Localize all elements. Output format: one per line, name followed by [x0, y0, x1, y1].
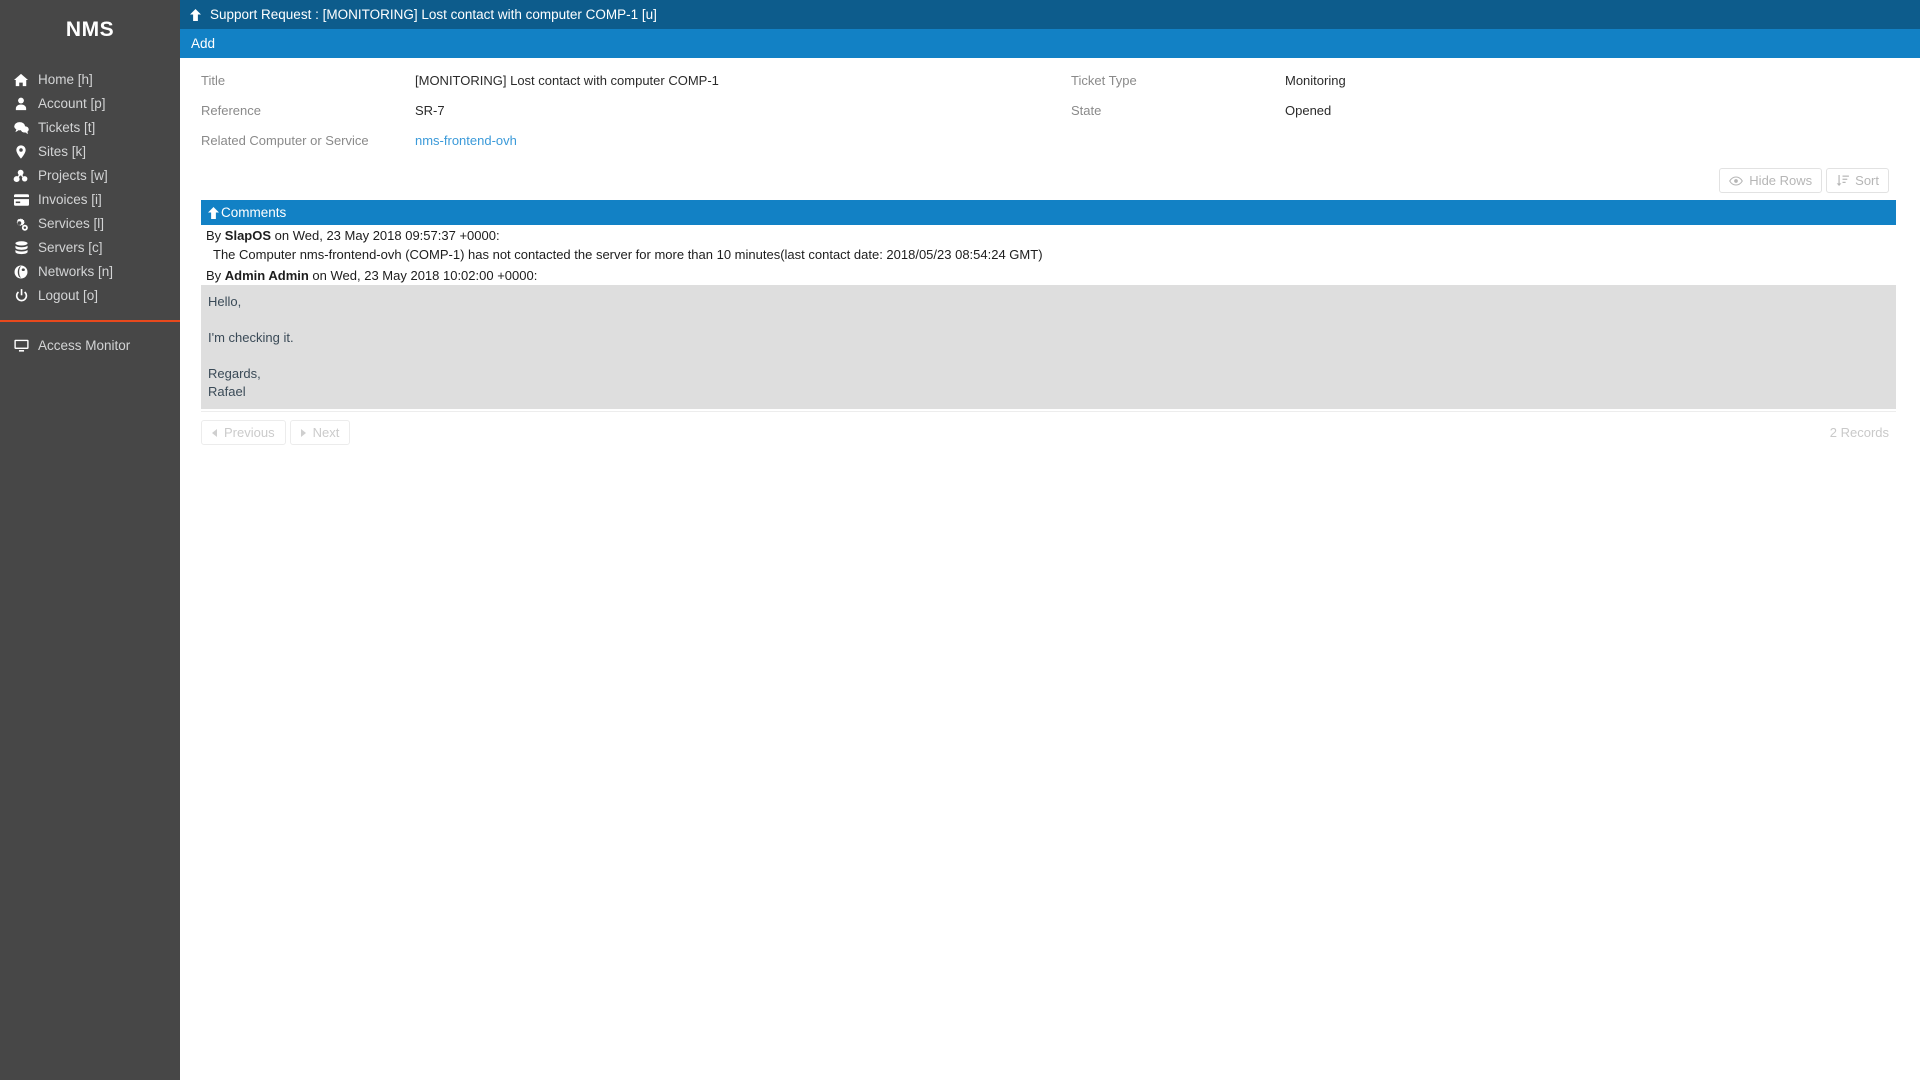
- comment-byline: By SlapOS on Wed, 23 May 2018 09:57:37 +…: [201, 225, 1896, 245]
- map-marker-icon: [10, 145, 32, 159]
- hide-rows-label: Hide Rows: [1749, 173, 1813, 188]
- comments-panel: Comments By SlapOS on Wed, 23 May 2018 0…: [201, 200, 1896, 445]
- page-header-bar: Support Request : [MONITORING] Lost cont…: [180, 0, 1920, 29]
- field-ticket-type: Ticket Type Monitoring: [1071, 72, 1920, 102]
- field-label: State: [1071, 103, 1102, 118]
- previous-button[interactable]: Previous: [201, 420, 286, 445]
- field-title: Title [MONITORING] Lost contact with com…: [201, 72, 1050, 102]
- comments-icon: [10, 121, 32, 135]
- field-state: State Opened: [1071, 102, 1920, 132]
- field-value: Opened: [1285, 103, 1332, 118]
- form-column-left: Title [MONITORING] Lost contact with com…: [180, 72, 1050, 162]
- related-computer-link[interactable]: nms-frontend-ovh: [415, 132, 517, 148]
- sidebar-item-tickets[interactable]: Tickets [t]: [0, 116, 180, 140]
- page-title: Support Request : [MONITORING] Lost cont…: [210, 7, 657, 22]
- field-label: Reference: [201, 103, 261, 118]
- field-value: [MONITORING] Lost contact with computer …: [415, 73, 719, 88]
- comment-author: Admin Admin: [224, 268, 309, 283]
- field-value: Monitoring: [1285, 73, 1346, 88]
- comment-author: SlapOS: [224, 228, 272, 243]
- sidebar-item-invoices[interactable]: Invoices [i]: [0, 188, 180, 212]
- chevron-right-icon: [300, 428, 306, 437]
- pagination: Previous Next 2 Records: [201, 411, 1896, 445]
- form-column-right: Ticket Type Monitoring State Opened: [1050, 72, 1920, 162]
- chevron-left-icon: [212, 428, 217, 437]
- sidebar-item-label: Invoices [i]: [38, 192, 102, 207]
- sort-amount-icon: [1836, 175, 1850, 186]
- desktop-icon: [10, 339, 32, 353]
- comment-timestamp: on Wed, 23 May 2018 10:02:00 +0000:: [308, 268, 538, 283]
- sidebar-item-networks[interactable]: Networks [n]: [0, 260, 180, 284]
- ticket-form: Title [MONITORING] Lost contact with com…: [180, 58, 1920, 162]
- field-label: Related Computer or Service: [201, 133, 369, 148]
- credit-card-icon: [10, 194, 32, 206]
- eye-icon: [1729, 175, 1744, 186]
- sidebar-item-projects[interactable]: Projects [w]: [0, 164, 180, 188]
- app-root: NMS Home [h] Account [p] Tickets [t] Sit…: [0, 0, 1920, 1080]
- arrow-up-icon[interactable]: [208, 206, 219, 219]
- next-label: Next: [312, 425, 340, 440]
- sidebar-item-services[interactable]: Services [l]: [0, 212, 180, 236]
- sidebar-item-sites[interactable]: Sites [k]: [0, 140, 180, 164]
- field-value: SR-7: [415, 103, 445, 118]
- previous-label: Previous: [224, 425, 275, 440]
- sidebar-item-label: Projects [w]: [38, 168, 108, 183]
- sidebar-item-home[interactable]: Home [h]: [0, 68, 180, 92]
- sort-button[interactable]: Sort: [1826, 168, 1889, 193]
- comments-panel-header[interactable]: Comments: [201, 200, 1896, 225]
- hide-rows-button[interactable]: Hide Rows: [1719, 168, 1823, 193]
- comment-byline: By Admin Admin on Wed, 23 May 2018 10:02…: [201, 265, 1896, 285]
- comment-text: The Computer nms-frontend-ovh (COMP-1) h…: [213, 247, 1043, 262]
- sidebar-divider: [0, 320, 180, 322]
- field-label: Ticket Type: [1071, 73, 1137, 88]
- field-label: Title: [201, 73, 226, 88]
- main-content: Support Request : [MONITORING] Lost cont…: [180, 0, 1920, 1080]
- next-button[interactable]: Next: [289, 420, 351, 445]
- sidebar-item-account[interactable]: Account [p]: [0, 92, 180, 116]
- comment-timestamp: on Wed, 23 May 2018 09:57:37 +0000:: [271, 228, 500, 243]
- sidebar-item-label: Networks [n]: [38, 264, 114, 279]
- sort-label: Sort: [1855, 173, 1879, 188]
- comment-text: Hello, I'm checking it. Regards, Rafael: [201, 285, 1896, 409]
- add-button[interactable]: Add: [180, 29, 1920, 58]
- sidebar-item-logout[interactable]: Logout [o]: [0, 284, 180, 308]
- pagination-controls: Previous Next: [201, 420, 351, 445]
- sidebar-item-label: Logout [o]: [38, 288, 99, 303]
- byline-prefix: By: [206, 228, 225, 243]
- field-related-computer-or-service: Related Computer or Service nms-frontend…: [201, 132, 1050, 162]
- brand-title: NMS: [65, 18, 115, 41]
- database-icon: [10, 240, 32, 256]
- arrow-up-icon[interactable]: [190, 8, 201, 21]
- comment-entry: By SlapOS on Wed, 23 May 2018 09:57:37 +…: [201, 225, 1896, 265]
- sitemap-icon: [10, 169, 32, 183]
- sidebar-item-access-monitor[interactable]: Access Monitor: [0, 334, 180, 358]
- globe-icon: [10, 265, 32, 279]
- sidebar-item-label: Account [p]: [38, 96, 106, 111]
- sidebar-item-label: Tickets [t]: [38, 120, 96, 135]
- comments-panel-title: Comments: [221, 205, 287, 220]
- user-icon: [10, 97, 32, 111]
- sidebar-item-servers[interactable]: Servers [c]: [0, 236, 180, 260]
- add-button-label: Add: [191, 36, 216, 51]
- sidebar-item-label: Services [l]: [38, 216, 105, 231]
- sidebar-item-label: Home [h]: [38, 72, 93, 87]
- cogs-icon: [10, 217, 32, 231]
- power-icon: [10, 289, 32, 303]
- home-icon: [10, 73, 32, 87]
- sidebar-item-label: Access Monitor: [38, 338, 131, 353]
- comment-entry: By Admin Admin on Wed, 23 May 2018 10:02…: [201, 265, 1896, 409]
- table-toolbar: Hide Rows Sort: [180, 162, 1920, 200]
- byline-prefix: By: [206, 268, 225, 283]
- record-count: 2 Records: [1829, 425, 1889, 440]
- field-reference: Reference SR-7: [201, 102, 1050, 132]
- sidebar: NMS Home [h] Account [p] Tickets [t] Sit…: [0, 0, 180, 1080]
- sidebar-item-label: Servers [c]: [38, 240, 103, 255]
- sidebar-item-label: Sites [k]: [38, 144, 87, 159]
